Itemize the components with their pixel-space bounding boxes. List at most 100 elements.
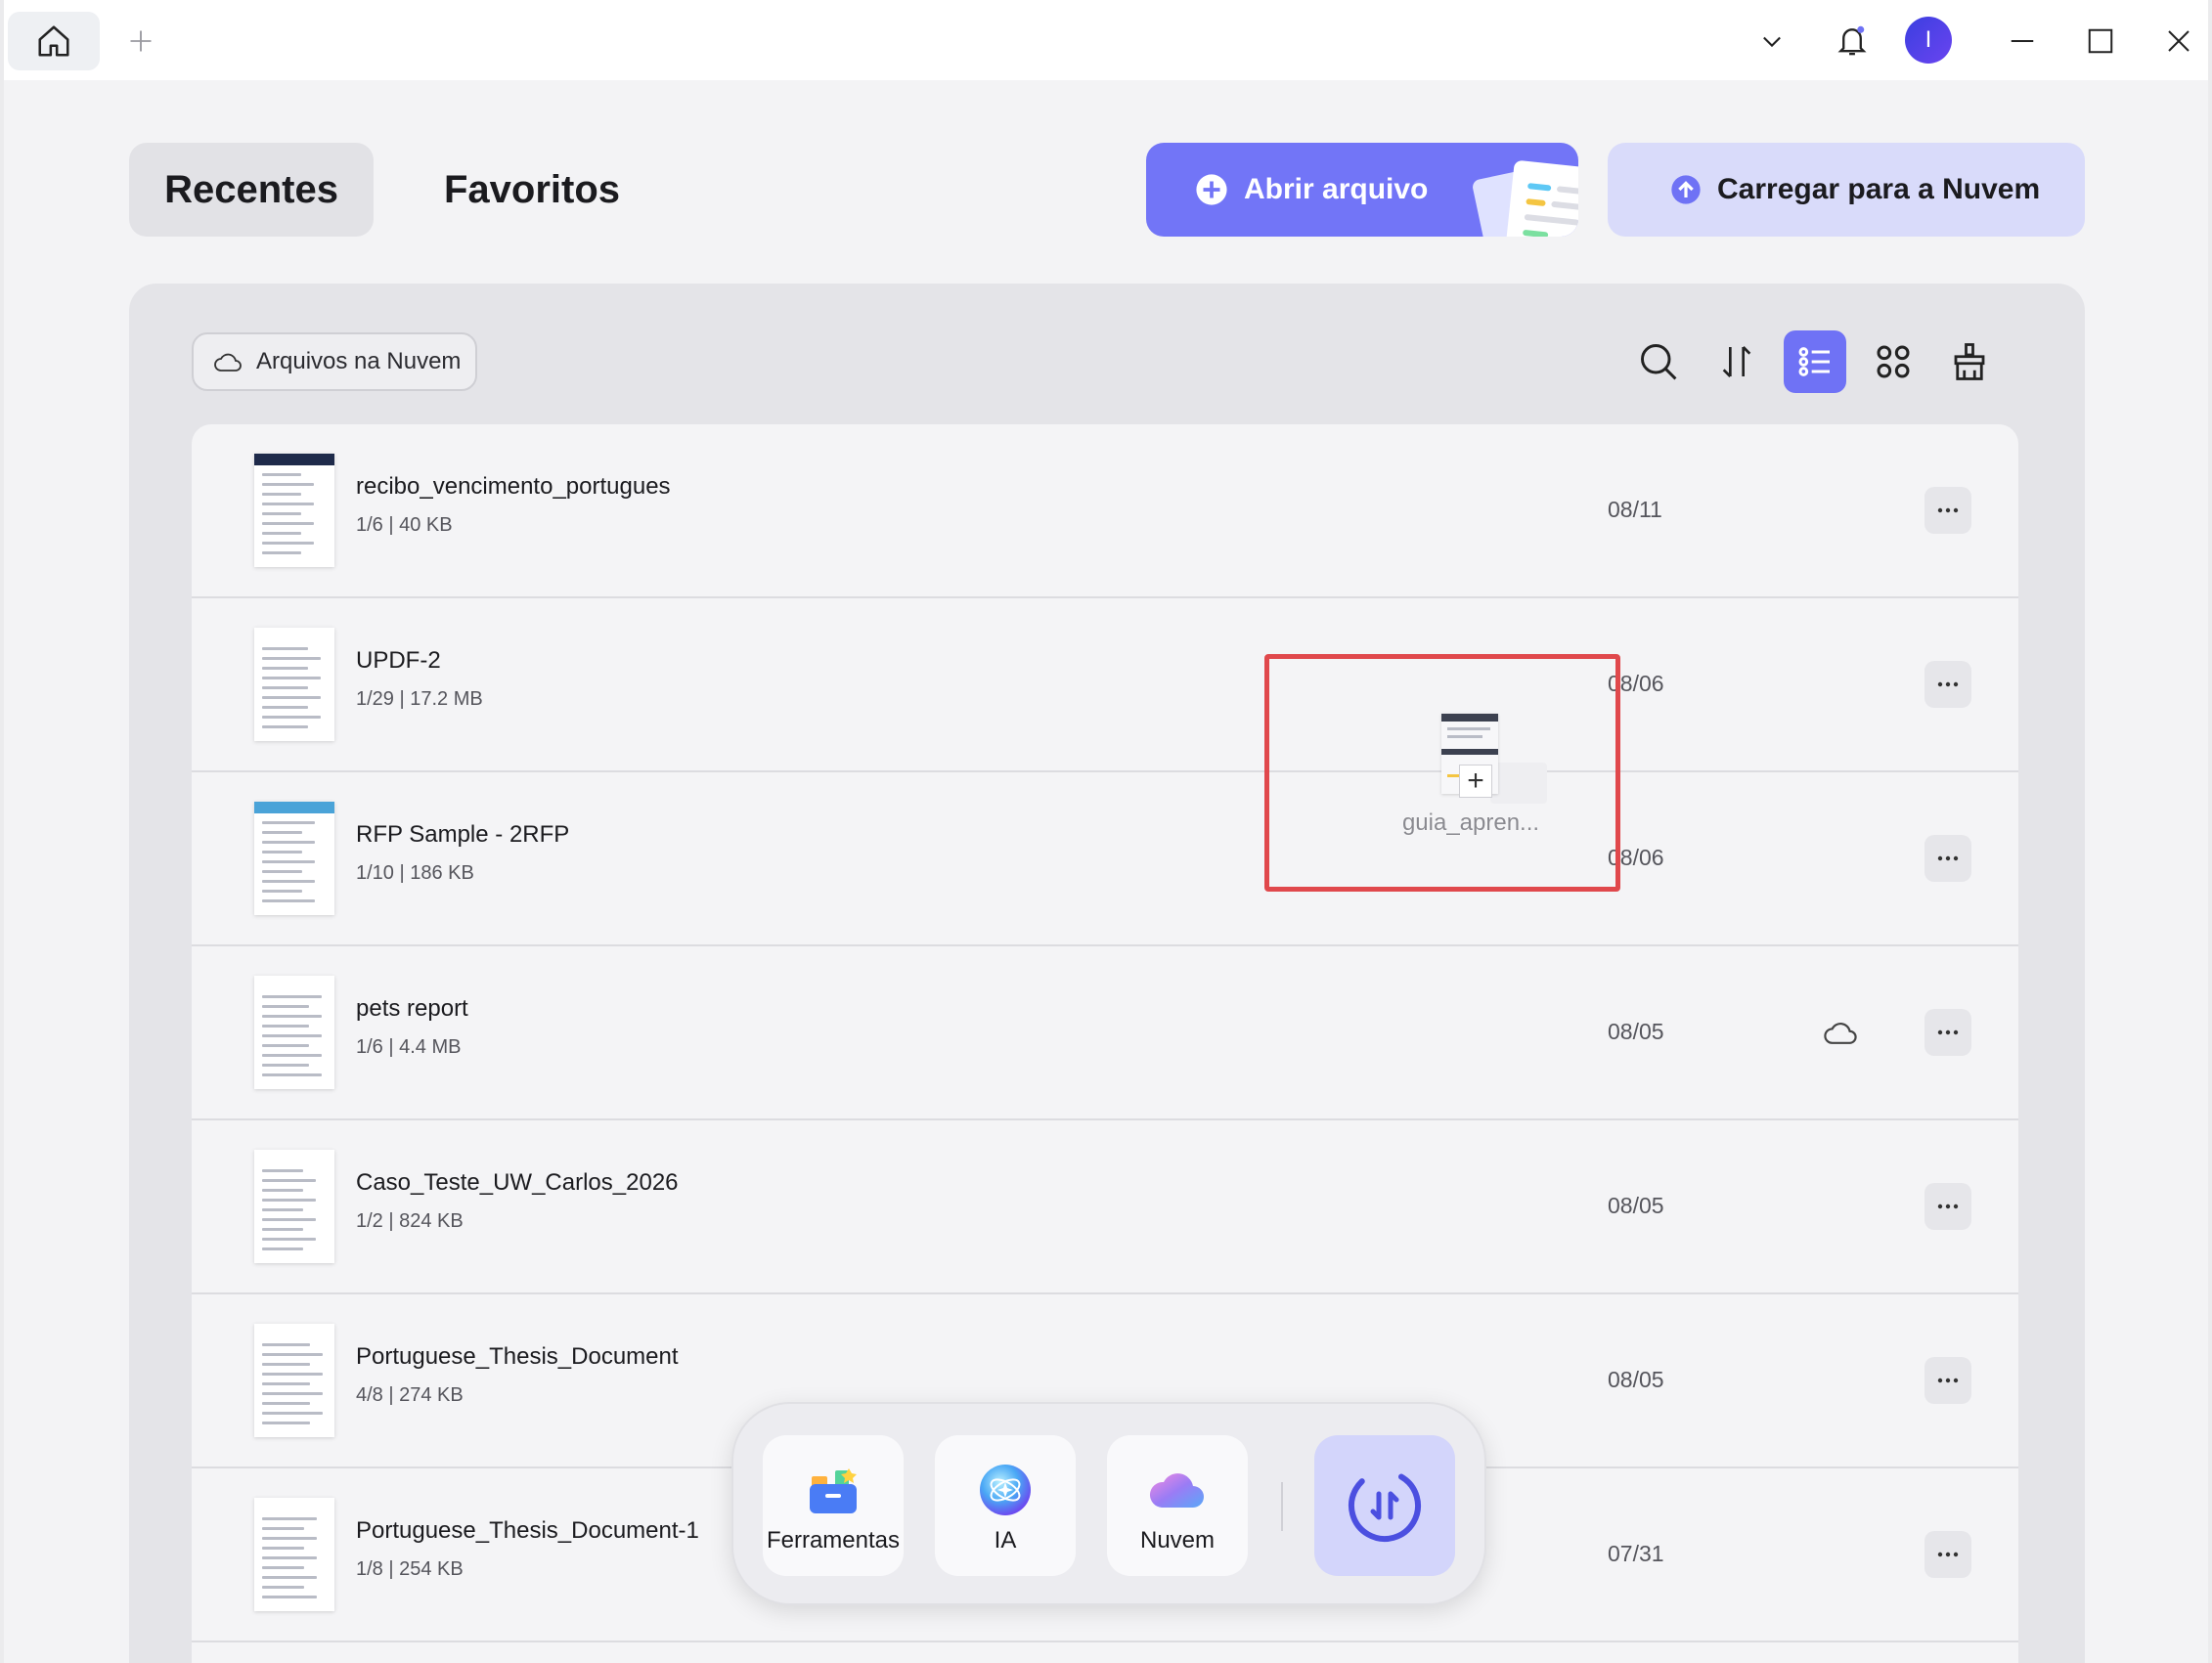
sync-icon [1349,1468,1421,1542]
clean-icon [1954,343,1985,380]
file-name: Portuguese_Thesis_Document [356,1343,679,1370]
bell-icon [1837,25,1867,56]
file-name: Portuguese_Thesis_Document-1 [356,1517,699,1544]
file-date: 08/11 [1608,497,1662,522]
close-button[interactable] [2153,16,2204,66]
more-icon [1937,1203,1959,1209]
more-icon [1937,855,1959,861]
app-window: I Recentes Favoritos Abrir arquivo Carre… [4,0,2208,1663]
cloud-files-filter[interactable]: Arquivos na Nuvem [192,332,477,391]
copy-plus-icon: + [1459,765,1492,798]
minimize-button[interactable] [1997,16,2048,66]
plus-icon [130,30,152,52]
file-meta: 1/6 | 40 KB [356,514,453,536]
upload-cloud-label: Carregar para a Nuvem [1717,173,2041,205]
more-options-button[interactable] [1924,1531,1971,1578]
dock-tools-button[interactable]: Ferramentas [763,1435,904,1576]
grid-view-button[interactable] [1862,330,1924,393]
file-date: 07/31 [1608,1541,1664,1566]
cloud-files-label: Arquivos na Nuvem [256,348,462,374]
sort-icon [1722,346,1751,377]
drag-file-name: guia_apren... [1401,810,1540,836]
tab-recent[interactable]: Recentes [129,143,374,237]
more-options-button[interactable] [1924,1009,1971,1056]
list-view-icon [1798,347,1830,376]
file-thumbnail [254,1324,334,1437]
file-row[interactable]: RFP Sample - 2RFP 1/10 | 186 KB 08/06 [192,772,2018,946]
open-file-button[interactable]: Abrir arquivo [1146,143,1578,237]
document-illustration-front [1505,159,1578,237]
more-icon [1937,681,1959,687]
chevron-down-icon [1763,36,1781,48]
avatar[interactable]: I [1905,17,1952,64]
file-meta: 1/10 | 186 KB [356,862,474,884]
file-name: RFP Sample - 2RFP [356,821,570,848]
drag-stack-document [1490,763,1547,804]
file-meta: 1/6 | 4.4 MB [356,1036,462,1058]
file-row[interactable]: UPDF-2 1/29 | 17.2 MB 08/06 [192,598,2018,772]
file-meta: 1/2 | 824 KB [356,1210,464,1232]
file-thumbnail [254,802,334,915]
file-name: pets report [356,995,468,1022]
ai-orb-icon [980,1465,1031,1515]
file-date: 08/05 [1608,1019,1664,1044]
more-icon [1937,1378,1959,1383]
maximize-icon [2088,28,2113,54]
title-bar: I [4,0,2208,80]
list-view-button[interactable] [1784,330,1846,393]
file-thumbnail [254,976,334,1089]
dock-tools-label: Ferramentas [766,1527,901,1554]
more-icon [1937,507,1959,513]
file-thumbnail [254,628,334,741]
dropdown-button[interactable] [1747,16,1797,66]
cloud-synced-icon [1824,1023,1857,1044]
dock-ai-button[interactable]: IA [935,1435,1076,1576]
file-name: recibo_vencimento_portugues [356,473,671,500]
file-row[interactable]: Caso_Teste_UW_Carlos_2026 1/2 | 824 KB 08/… [192,1120,2018,1294]
more-options-button[interactable] [1924,1183,1971,1230]
home-icon [38,25,69,57]
file-meta: 1/8 | 254 KB [356,1558,464,1580]
dock-ai-label: IA [994,1527,1017,1554]
open-file-label: Abrir arquivo [1244,173,1429,205]
maximize-button[interactable] [2075,16,2126,66]
notifications-button[interactable] [1827,16,1878,66]
sort-button[interactable] [1705,330,1768,393]
cloud-icon [214,353,242,372]
toolbox-icon [810,1468,857,1513]
grid-view-icon [1877,345,1910,378]
new-tab-button[interactable] [121,22,160,61]
file-meta: 4/8 | 274 KB [356,1384,464,1406]
file-name: Caso_Teste_UW_Carlos_2026 [356,1169,679,1196]
search-icon [1641,344,1677,380]
dock-cloud-label: Nuvem [1139,1527,1216,1554]
cloud-gradient-icon [1149,1473,1204,1508]
more-options-button[interactable] [1924,835,1971,882]
tab-favorites[interactable]: Favoritos [415,143,649,237]
file-row[interactable]: recibo_vencimento_portugues 1/6 | 40 KB 08… [192,424,2018,598]
more-icon [1937,1029,1959,1035]
file-date: 08/05 [1608,1193,1664,1218]
file-thumbnail [254,1498,334,1611]
clean-button[interactable] [1938,330,2001,393]
plus-circle-icon [1196,174,1227,205]
more-options-button[interactable] [1924,487,1971,534]
more-options-button[interactable] [1924,1357,1971,1404]
dock-cloud-button[interactable]: Nuvem [1107,1435,1248,1576]
home-tab[interactable] [8,12,100,70]
more-icon [1937,1552,1959,1557]
upload-cloud-button[interactable]: Carregar para a Nuvem [1608,143,2085,237]
file-name: UPDF-2 [356,647,441,674]
file-row[interactable]: pets report 1/6 | 4.4 MB 08/05 [192,946,2018,1120]
minimize-icon [2011,40,2034,42]
search-button[interactable] [1627,330,1690,393]
dock-divider [1281,1482,1283,1531]
dock-sync-button[interactable] [1314,1435,1455,1576]
file-thumbnail [254,454,334,567]
file-meta: 1/29 | 17.2 MB [356,688,483,710]
file-date: 08/05 [1608,1367,1664,1392]
upload-icon [1671,175,1701,204]
more-options-button[interactable] [1924,661,1971,708]
file-thumbnail [254,1150,334,1263]
bottom-dock: Ferramentas IA Nuvem [731,1402,1486,1605]
